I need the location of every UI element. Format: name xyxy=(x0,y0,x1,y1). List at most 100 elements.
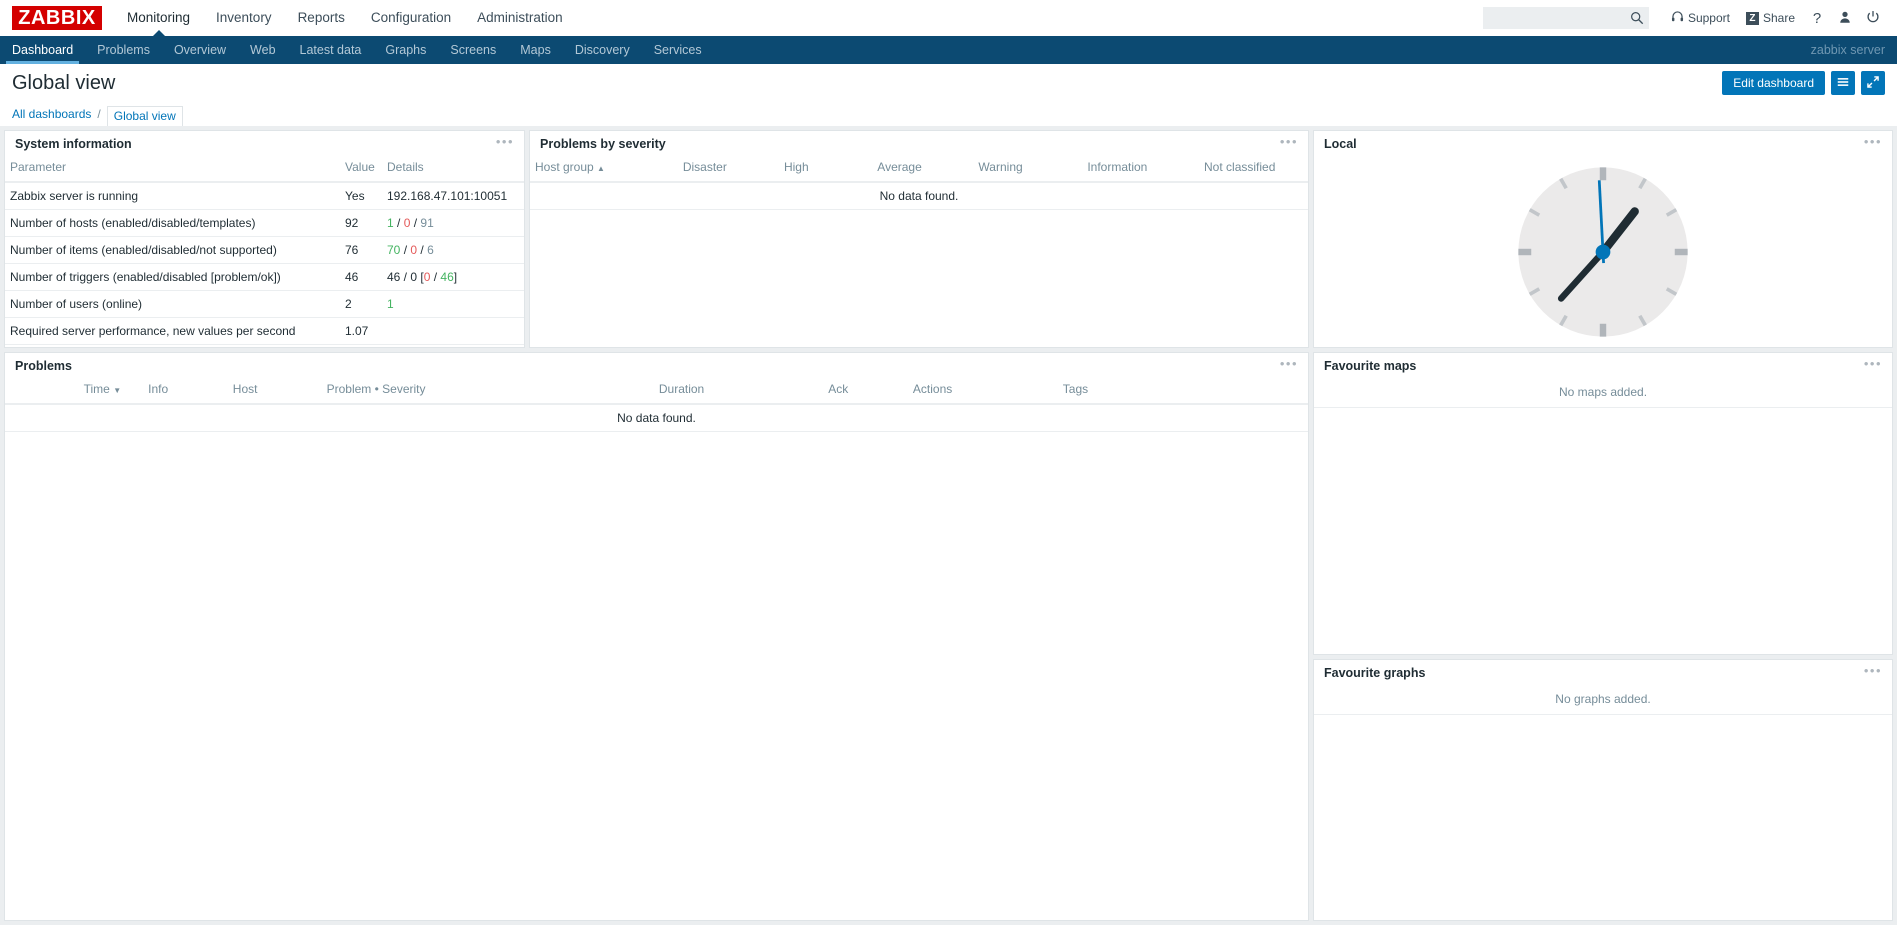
widget-menu-button[interactable]: ••• xyxy=(1864,664,1882,680)
widget-title: Local xyxy=(1324,137,1357,151)
widget-menu-button[interactable]: ••• xyxy=(496,135,514,151)
fullscreen-button[interactable] xyxy=(1861,71,1885,95)
cell-value: 2 xyxy=(340,290,382,318)
logged-in-user: zabbix server xyxy=(1810,43,1885,57)
subnav-item-overview[interactable]: Overview xyxy=(162,36,238,64)
cell-details: 1 xyxy=(382,290,524,318)
empty-row: No data found. xyxy=(530,182,1308,210)
column-host-group[interactable]: Host group ▲ xyxy=(530,157,678,183)
cell-parameter: Number of hosts (enabled/disabled/templa… xyxy=(5,209,340,237)
breadcrumb-current[interactable]: Global view xyxy=(106,106,183,126)
subnav-item-problems[interactable]: Problems xyxy=(85,36,162,64)
search-icon[interactable] xyxy=(1630,11,1644,25)
subnav-item-web[interactable]: Web xyxy=(238,36,287,64)
details-part: / xyxy=(417,243,428,257)
widget-header: Local ••• xyxy=(1314,131,1892,157)
column-details[interactable]: Details xyxy=(382,157,524,183)
widget-local-clock: Local ••• xyxy=(1313,130,1893,348)
widget-menu-button[interactable]: ••• xyxy=(1280,135,1298,151)
breadcrumb-all-dashboards[interactable]: All dashboards xyxy=(12,107,91,121)
details-part: 70 xyxy=(387,243,401,257)
column-high[interactable]: High xyxy=(778,157,873,183)
subnav-item-maps[interactable]: Maps xyxy=(508,36,563,64)
details-part: / xyxy=(430,270,441,284)
global-search[interactable] xyxy=(1482,7,1649,29)
column-ack[interactable]: Ack xyxy=(823,379,908,405)
column-information[interactable]: Information xyxy=(1082,157,1200,183)
question-mark-icon: ? xyxy=(1812,9,1822,27)
hamburger-icon xyxy=(1836,75,1850,92)
widget-body: Host group ▲ Disaster High Average Warni… xyxy=(530,157,1308,347)
details-part: 1 xyxy=(387,297,394,311)
widget-title: Favourite graphs xyxy=(1324,666,1426,680)
nav-item-inventory[interactable]: Inventory xyxy=(203,0,285,36)
dashboard-left-column: System information ••• Parameter Value D… xyxy=(4,130,1309,921)
nav-item-monitoring[interactable]: Monitoring xyxy=(114,0,203,36)
subnav-item-services[interactable]: Services xyxy=(642,36,714,64)
cell-details xyxy=(382,317,524,345)
page-header: Global view Edit dashboard xyxy=(0,64,1897,102)
widget-menu-button[interactable]: ••• xyxy=(1864,135,1882,151)
widget-favourite-graphs: Favourite graphs ••• No graphs added. xyxy=(1313,659,1893,921)
details-part: / xyxy=(400,243,411,257)
breadcrumb-separator: / xyxy=(97,107,101,121)
nav-item-configuration[interactable]: Configuration xyxy=(358,0,464,36)
column-label: Host group xyxy=(535,160,594,174)
cell-value: 1.07 xyxy=(340,317,382,345)
system-information-table: Parameter Value Details Zabbix server is… xyxy=(5,157,524,347)
support-link[interactable]: Support xyxy=(1663,5,1738,31)
dashboard-menu-button[interactable] xyxy=(1831,71,1855,95)
user-profile-button[interactable] xyxy=(1831,5,1859,31)
column-average[interactable]: Average xyxy=(872,157,974,183)
help-button[interactable]: ? xyxy=(1803,5,1831,31)
column-warning[interactable]: Warning xyxy=(973,157,1083,183)
cell-details: 46 / 0 [0 / 46] xyxy=(382,263,524,291)
breadcrumb: All dashboards / Global view xyxy=(0,102,1897,126)
user-icon xyxy=(1838,10,1852,27)
column-time[interactable]: Time ▼ xyxy=(5,379,144,405)
widget-body xyxy=(1314,157,1892,347)
subnav-item-graphs[interactable]: Graphs xyxy=(373,36,438,64)
sign-out-button[interactable] xyxy=(1859,5,1887,31)
subnav-item-discovery[interactable]: Discovery xyxy=(563,36,642,64)
column-info[interactable]: Info xyxy=(143,379,228,405)
column-actions[interactable]: Actions xyxy=(907,379,1058,405)
widget-body: No maps added. xyxy=(1314,379,1892,654)
widget-menu-button[interactable]: ••• xyxy=(1864,357,1882,373)
column-not-classified[interactable]: Not classified xyxy=(1199,157,1308,183)
problems-table: Time ▼ Info Host Problem • Severity Dura… xyxy=(5,379,1308,432)
details-part: / xyxy=(393,216,404,230)
subnav-item-latest-data[interactable]: Latest data xyxy=(288,36,374,64)
share-label: Share xyxy=(1762,11,1795,25)
subnav-item-dashboard[interactable]: Dashboard xyxy=(0,36,85,64)
column-host[interactable]: Host xyxy=(227,379,322,405)
column-value[interactable]: Value xyxy=(340,157,382,183)
cell-parameter: Number of users (online) xyxy=(5,290,340,318)
column-disaster[interactable]: Disaster xyxy=(677,157,779,183)
cell-details: 192.168.47.101:10051 xyxy=(382,182,524,210)
cell-value: 76 xyxy=(340,236,382,264)
widget-favourite-maps: Favourite maps ••• No maps added. xyxy=(1313,352,1893,655)
sort-ascending-icon: ▲ xyxy=(597,164,605,173)
page-actions: Edit dashboard xyxy=(1722,71,1885,95)
widget-header: Problems ••• xyxy=(5,353,1308,379)
cell-value: 92 xyxy=(340,209,382,237)
table-header-row: Parameter Value Details xyxy=(5,157,524,183)
subnav-item-screens[interactable]: Screens xyxy=(438,36,508,64)
widget-title: System information xyxy=(15,137,132,151)
widget-menu-button[interactable]: ••• xyxy=(1280,357,1298,373)
edit-dashboard-button[interactable]: Edit dashboard xyxy=(1722,71,1825,95)
column-parameter[interactable]: Parameter xyxy=(5,157,340,183)
nav-item-administration[interactable]: Administration xyxy=(464,0,576,36)
details-part: 6 xyxy=(427,243,434,257)
cell-parameter: Number of items (enabled/disabled/not su… xyxy=(5,236,340,264)
details-part: 46 / 0 [ xyxy=(387,270,424,284)
search-input[interactable] xyxy=(1489,10,1630,26)
nav-item-reports[interactable]: Reports xyxy=(285,0,358,36)
column-duration[interactable]: Duration xyxy=(653,379,824,405)
column-tags[interactable]: Tags xyxy=(1057,379,1308,405)
column-problem-severity[interactable]: Problem • Severity xyxy=(321,379,654,405)
zabbix-logo[interactable]: ZABBIX xyxy=(12,6,102,30)
share-link[interactable]: Z Share xyxy=(1738,5,1803,31)
widget-body: No graphs added. xyxy=(1314,686,1892,920)
